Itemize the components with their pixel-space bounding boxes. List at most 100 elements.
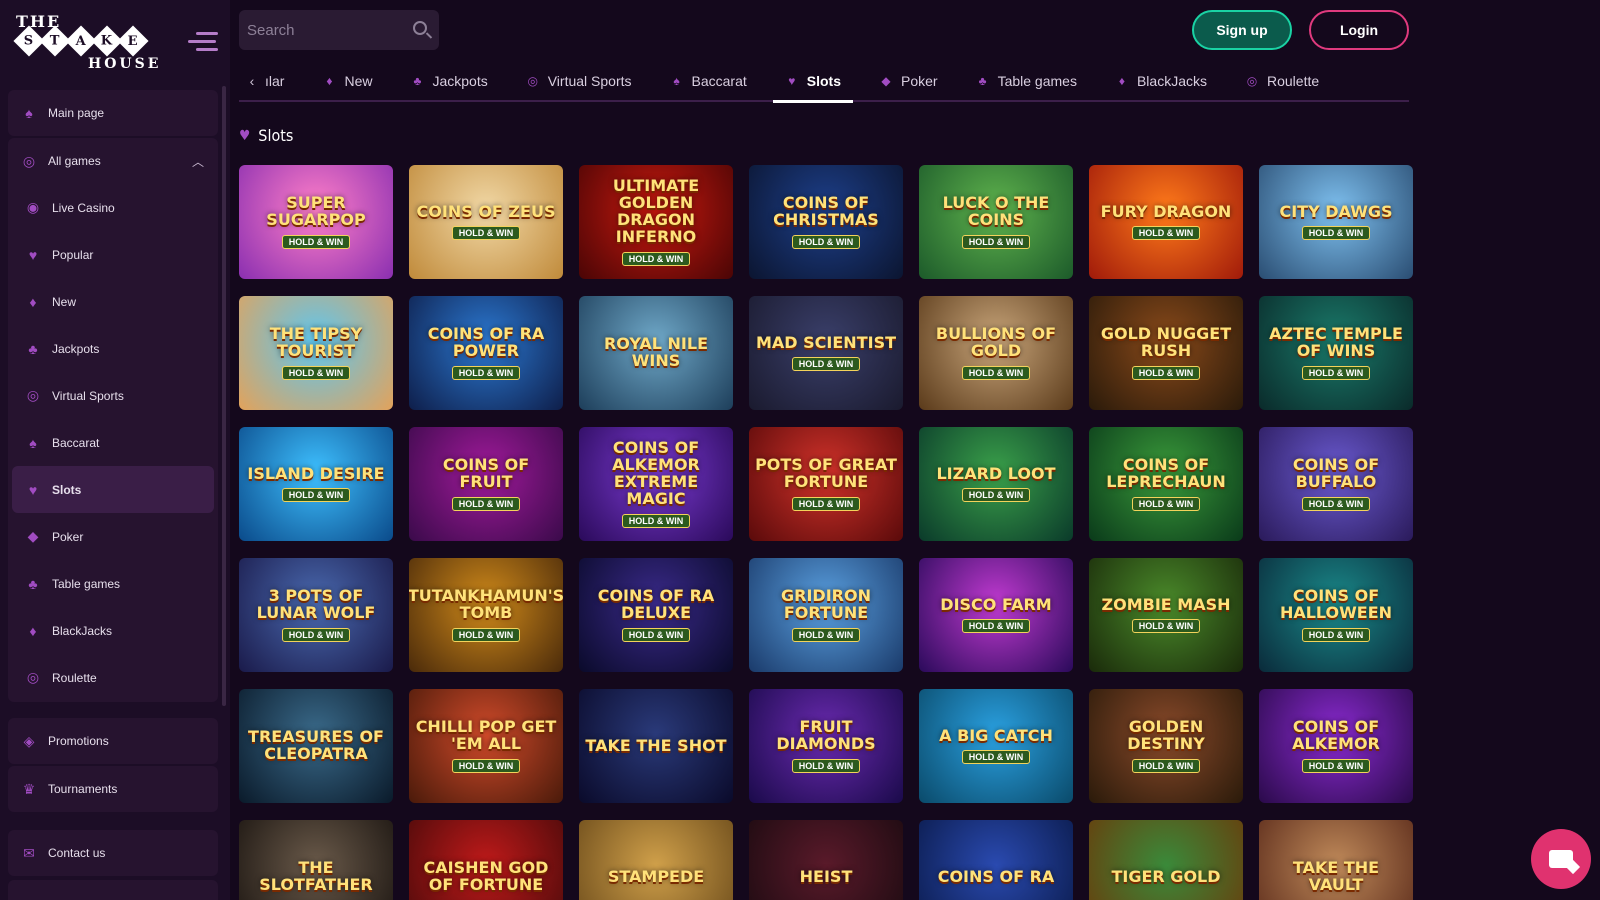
sidebar-promotions[interactable]: ◈ Promotions: [8, 718, 218, 764]
sidebar-item-blackjacks[interactable]: ♦ BlackJacks: [8, 607, 218, 654]
tab-roulette[interactable]: ◎ Roulette: [1245, 62, 1319, 100]
game-tile[interactable]: Lizard Loot HOLD & WIN: [919, 427, 1073, 541]
game-tile[interactable]: Island Desire HOLD & WIN: [239, 427, 393, 541]
tab-slots[interactable]: ♥ Slots: [772, 62, 854, 103]
game-tile[interactable]: Caishen God of Fortune: [409, 820, 563, 900]
collapse-menu-icon[interactable]: [188, 32, 218, 54]
sidebar-item-slots[interactable]: ♥ Slots: [12, 466, 214, 513]
game-tile[interactable]: Gridiron Fortune HOLD & WIN: [749, 558, 903, 672]
tab-label: ılar: [265, 73, 285, 89]
game-tile[interactable]: Disco Farm HOLD & WIN: [919, 558, 1073, 672]
game-tile[interactable]: Royal Nile Wins: [579, 296, 733, 410]
sidebar-item-live-casino[interactable]: ◉ Live Casino: [8, 184, 218, 231]
logo-diamonds: S T A K E: [13, 25, 149, 57]
sidebar-item-label: Virtual Sports: [52, 388, 124, 403]
game-tile[interactable]: Zombie Mash HOLD & WIN: [1089, 558, 1243, 672]
sidebar-contact-us[interactable]: ✉ Contact us: [8, 830, 218, 876]
game-tile[interactable]: Coins of Ra Power HOLD & WIN: [409, 296, 563, 410]
tab-virtual-sports[interactable]: ◎ Virtual Sports: [526, 62, 631, 100]
live-chat-button[interactable]: [1531, 829, 1591, 889]
game-tile[interactable]: Luck o the Coins HOLD & WIN: [919, 165, 1073, 279]
game-tile[interactable]: Coins of Buffalo HOLD & WIN: [1259, 427, 1413, 541]
game-tile[interactable]: Coins of Alkemor HOLD & WIN: [1259, 689, 1413, 803]
game-tile[interactable]: Take the Shot: [579, 689, 733, 803]
tab-new[interactable]: ♦ New: [322, 62, 372, 100]
sidebar-item-jackpots[interactable]: ♣ Jackpots: [8, 325, 218, 372]
game-tile[interactable]: Coins of Leprechaun HOLD & WIN: [1089, 427, 1243, 541]
game-tile[interactable]: 3 Pots of Lunar Wolf HOLD & WIN: [239, 558, 393, 672]
game-tile[interactable]: Bullions of Gold HOLD & WIN: [919, 296, 1073, 410]
game-tile[interactable]: Coins of Christmas HOLD & WIN: [749, 165, 903, 279]
game-tile[interactable]: Chilli Pop Get 'Em All HOLD & WIN: [409, 689, 563, 803]
site-logo[interactable]: THE S T A K E HOUSE: [13, 12, 176, 72]
sidebar-item-table-games[interactable]: ♣ Table games: [8, 560, 218, 607]
game-title: Luck o the Coins: [942, 193, 1050, 229]
game-tile[interactable]: Stampede: [579, 820, 733, 900]
game-tile[interactable]: Take the Vault: [1259, 820, 1413, 900]
hold-and-win-badge: HOLD & WIN: [961, 750, 1031, 765]
sidebar-item-label: New: [52, 294, 77, 309]
game-tile[interactable]: Coins of Ra: [919, 820, 1073, 900]
tab-baccarat[interactable]: ♠ Baccarat: [670, 62, 746, 100]
sidebar-item-baccarat[interactable]: ♠ Baccarat: [8, 419, 218, 466]
hold-and-win-badge: HOLD & WIN: [1301, 496, 1371, 511]
sidebar-item-new[interactable]: ♦ New: [8, 278, 218, 325]
sidebar-info[interactable]: [8, 880, 218, 900]
game-tile[interactable]: Gold Nugget Rush HOLD & WIN: [1089, 296, 1243, 410]
search-input[interactable]: [239, 21, 399, 39]
game-title: Treasures of Cleopatra: [248, 727, 384, 763]
game-title: City Dawgs: [1279, 201, 1393, 221]
game-tile[interactable]: Treasures of Cleopatra: [239, 689, 393, 803]
game-tile[interactable]: Coins of Alkemor Extreme Magic HOLD & WIN: [579, 427, 733, 541]
sidebar-item-popular[interactable]: ♥ Popular: [8, 231, 218, 278]
sidebar-item-virtual-sports[interactable]: ◎ Virtual Sports: [8, 372, 218, 419]
tab-label: Roulette: [1266, 73, 1320, 89]
chevron-left-icon[interactable]: ‹: [239, 73, 265, 89]
game-tile[interactable]: Tutankhamun's Tomb HOLD & WIN: [409, 558, 563, 672]
game-tile[interactable]: Tiger Gold: [1089, 820, 1243, 900]
search-box: [239, 10, 439, 50]
game-tile[interactable]: Golden Destiny HOLD & WIN: [1089, 689, 1243, 803]
sidebar-item-roulette[interactable]: ◎ Roulette: [8, 654, 218, 701]
tab-blackjacks[interactable]: ♦ BlackJacks: [1115, 62, 1207, 100]
game-tile[interactable]: The Tipsy Tourist HOLD & WIN: [239, 296, 393, 410]
sidebar-all-games-toggle[interactable]: ◎ All games ︿: [8, 138, 218, 184]
hold-and-win-badge: HOLD & WIN: [1301, 758, 1371, 773]
game-tile[interactable]: Mad Scientist HOLD & WIN: [749, 296, 903, 410]
sidebar-item-poker[interactable]: ◆ Poker: [8, 513, 218, 560]
slots-icon: ♥: [239, 127, 251, 144]
game-tile[interactable]: The Slotfather: [239, 820, 393, 900]
game-tile[interactable]: Coins of Fruit HOLD & WIN: [409, 427, 563, 541]
sidebar-tournaments[interactable]: ♛ Tournaments: [8, 766, 218, 812]
login-button[interactable]: Login: [1309, 10, 1409, 50]
sidebar-main-page[interactable]: ♠ Main page: [8, 90, 218, 136]
game-title: Aztec Temple of Wins: [1269, 324, 1403, 360]
game-tile[interactable]: Coins of Halloween HOLD & WIN: [1259, 558, 1413, 672]
tab-label: Slots: [806, 73, 841, 89]
sign-up-button[interactable]: Sign up: [1192, 10, 1292, 50]
tab-table-games[interactable]: ♣ Table games: [976, 62, 1077, 100]
search-icon[interactable]: [413, 21, 427, 35]
tab-jackpots[interactable]: ♣ Jackpots: [410, 62, 488, 100]
game-tile[interactable]: Coins of Ra Deluxe HOLD & WIN: [579, 558, 733, 672]
hold-and-win-badge: HOLD & WIN: [281, 234, 351, 249]
sidebar-scrollbar[interactable]: [222, 86, 226, 706]
hold-and-win-badge: HOLD & WIN: [791, 234, 861, 249]
game-tile[interactable]: City Dawgs HOLD & WIN: [1259, 165, 1413, 279]
game-tile[interactable]: A Big Catch HOLD & WIN: [919, 689, 1073, 803]
game-title: Take the Shot: [585, 735, 727, 755]
tab-popular-clipped[interactable]: ılar: [265, 62, 284, 100]
game-tile[interactable]: Fury Dragon HOLD & WIN: [1089, 165, 1243, 279]
game-tile[interactable]: Ultimate Golden Dragon Inferno HOLD & WIN: [579, 165, 733, 279]
tab-poker[interactable]: ◆ Poker: [879, 62, 937, 100]
game-tile[interactable]: Fruit Diamonds HOLD & WIN: [749, 689, 903, 803]
game-tile[interactable]: Aztec Temple of Wins HOLD & WIN: [1259, 296, 1413, 410]
sidebar: THE S T A K E HOUSE ♠ Main page ◎ All ga…: [0, 0, 230, 900]
game-tile[interactable]: Pots of Great Fortune HOLD & WIN: [749, 427, 903, 541]
sidebar-item-label: Table games: [52, 576, 121, 591]
game-tile[interactable]: Heist: [749, 820, 903, 900]
game-tile[interactable]: Super SugarPop HOLD & WIN: [239, 165, 393, 279]
game-tile[interactable]: Coins of Zeus HOLD & WIN: [409, 165, 563, 279]
virtual-sports-icon: ◎: [26, 387, 40, 403]
game-title: Royal Nile Wins: [603, 334, 709, 370]
